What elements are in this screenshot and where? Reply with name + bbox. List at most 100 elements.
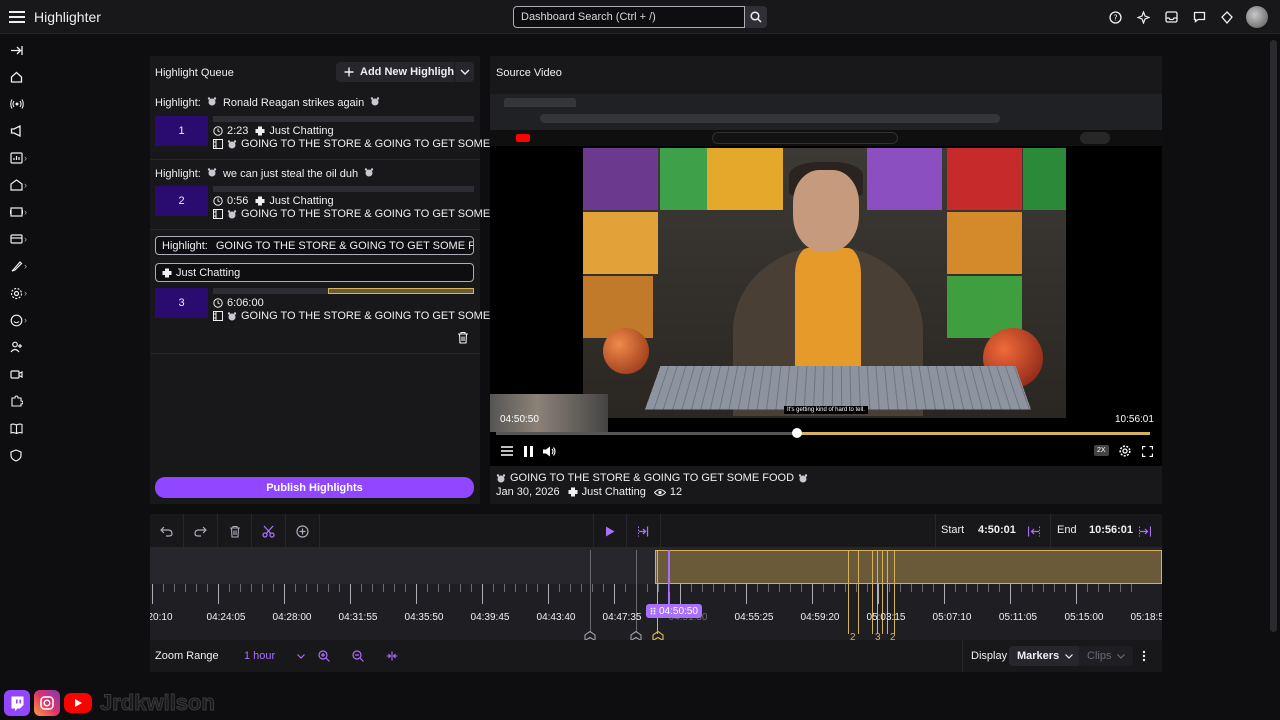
timeline-tick — [867, 584, 868, 592]
highlight-category-input[interactable]: Just Chatting — [155, 263, 474, 282]
redo-icon[interactable] — [184, 514, 218, 548]
add-marker-icon[interactable] — [286, 514, 320, 548]
timeline-label: 04:35:50 — [404, 612, 444, 623]
timeline-selection[interactable] — [655, 550, 1162, 584]
marker-icon[interactable] — [630, 630, 642, 640]
inbox-icon[interactable] — [1162, 6, 1180, 28]
highlight-item[interactable]: Highlight: we can just steal the oil duh… — [150, 160, 508, 230]
highlight-title-input[interactable]: Highlight: GOING TO THE STORE & GOING TO… — [155, 236, 474, 255]
timeline-tick — [229, 584, 230, 592]
fit-timeline-icon[interactable] — [378, 646, 406, 666]
bits-icon[interactable] — [1218, 6, 1236, 28]
broadcast-icon[interactable] — [10, 95, 36, 113]
community-icon[interactable]: › — [10, 176, 36, 194]
monetization-icon[interactable]: › — [10, 230, 36, 248]
sparkle-icon[interactable] — [1134, 6, 1152, 28]
seek-highlight-range — [796, 432, 1150, 435]
set-end-icon[interactable] — [1128, 514, 1162, 548]
volume-icon[interactable] — [542, 444, 556, 458]
highlight-thumbnail[interactable]: 2 — [155, 186, 208, 216]
highlight-thumbnail[interactable]: 1 — [155, 116, 208, 146]
megaphone-icon[interactable] — [10, 122, 36, 140]
clips-select[interactable]: Clips — [1079, 646, 1134, 666]
chat-icon[interactable] — [1190, 6, 1208, 28]
youtube-icon — [64, 693, 92, 713]
timeline-tick — [350, 584, 351, 604]
timeline-tick — [790, 584, 791, 592]
playhead[interactable] — [668, 550, 670, 610]
shield-icon[interactable] — [10, 446, 36, 464]
video-settings-icon[interactable] — [1118, 444, 1132, 458]
video-title-row: GOING TO THE STORE & GOING TO GET SOME F… — [496, 472, 808, 484]
timeline-tick — [207, 584, 208, 592]
timeline-tick — [779, 584, 780, 592]
timeline-tick — [977, 584, 978, 592]
timeline-tick — [185, 584, 186, 592]
more-options-icon[interactable] — [1138, 646, 1150, 666]
start-value[interactable]: 4:50:01 — [978, 524, 1016, 536]
scissors-icon[interactable] — [252, 514, 286, 548]
category-icon — [255, 126, 265, 136]
timeline-tick — [504, 584, 505, 592]
extensions-icon[interactable] — [10, 392, 36, 410]
brush-icon[interactable]: › — [10, 257, 36, 275]
timeline-label: 04:24:05 — [206, 612, 246, 623]
end-value[interactable]: 10:56:01 — [1089, 524, 1133, 536]
zoom-out-icon[interactable] — [344, 646, 372, 666]
chapters-icon[interactable] — [500, 444, 514, 458]
highlight-item[interactable]: Highlight: Ronald Reagan strikes again 1… — [150, 90, 508, 160]
play-icon[interactable] — [593, 514, 627, 548]
marker-number: 2 — [890, 632, 896, 640]
menu-icon[interactable] — [0, 0, 34, 34]
set-start-icon[interactable] — [1017, 514, 1051, 548]
markers-select[interactable]: Markers — [1009, 646, 1082, 666]
fullscreen-icon[interactable] — [1140, 444, 1154, 458]
avatar[interactable] — [1246, 6, 1268, 28]
zoom-range-select[interactable]: 1 hour — [236, 646, 313, 666]
add-highlight-button[interactable]: Add New Highlight — [336, 62, 466, 82]
film-icon — [213, 209, 223, 219]
search-button[interactable] — [745, 6, 767, 28]
timeline-label: 05:07:10 — [932, 612, 972, 623]
collapse-nav-icon[interactable] — [10, 41, 36, 59]
marker-icon[interactable] — [584, 630, 596, 640]
zoom-in-icon[interactable] — [310, 646, 338, 666]
seek-handle[interactable] — [792, 428, 802, 438]
video-date: Jan 30, 2026 — [496, 486, 560, 498]
trash-icon[interactable] — [457, 331, 470, 344]
chevron-down-icon — [1065, 653, 1074, 659]
current-time: 04:50:50 — [500, 414, 539, 425]
help-icon[interactable]: ? — [1106, 6, 1124, 28]
timeline-tick — [735, 584, 736, 592]
emote-icon[interactable]: › — [10, 311, 36, 329]
highlight-range-fill — [328, 288, 474, 294]
timeline-tick — [680, 584, 681, 604]
delete-icon[interactable] — [218, 514, 252, 548]
highlight-thumbnail[interactable]: 3 — [155, 288, 208, 318]
camera-icon[interactable] — [10, 365, 36, 383]
marker-icon-active[interactable] — [652, 630, 664, 640]
video-player[interactable]: It's getting kind of hard to tell. 04:50… — [490, 94, 1162, 466]
content-icon[interactable]: › — [10, 203, 36, 221]
book-icon[interactable] — [10, 419, 36, 437]
add-highlight-dropdown[interactable] — [454, 62, 474, 82]
undo-icon[interactable] — [150, 514, 184, 548]
publish-highlights-button[interactable]: Publish Highlights — [155, 477, 474, 498]
search-input[interactable] — [513, 6, 745, 28]
pause-icon[interactable] — [522, 444, 534, 458]
timeline-tick — [306, 584, 307, 592]
page-scrollbar[interactable] — [1270, 40, 1277, 632]
home-icon[interactable] — [10, 68, 36, 86]
timeline-tick — [691, 584, 692, 592]
timeline-tick — [1021, 584, 1022, 592]
settings-icon[interactable]: › — [10, 284, 36, 302]
timeline-tick — [262, 584, 263, 592]
analytics-icon[interactable]: › — [10, 149, 36, 167]
jump-to-end-icon[interactable] — [627, 514, 661, 548]
timeline[interactable]: 20:10 04:24:05 04:28:00 04:31:55 04:35:50 04:… — [150, 548, 1162, 640]
add-user-icon[interactable] — [10, 338, 36, 356]
video-seek-bar[interactable] — [496, 428, 1150, 438]
highlight-meta: 0:56 Just Chatting — [213, 195, 334, 207]
timeline-label: 04:47:35 — [602, 612, 642, 623]
playback-speed[interactable]: 2X — [1094, 445, 1109, 456]
